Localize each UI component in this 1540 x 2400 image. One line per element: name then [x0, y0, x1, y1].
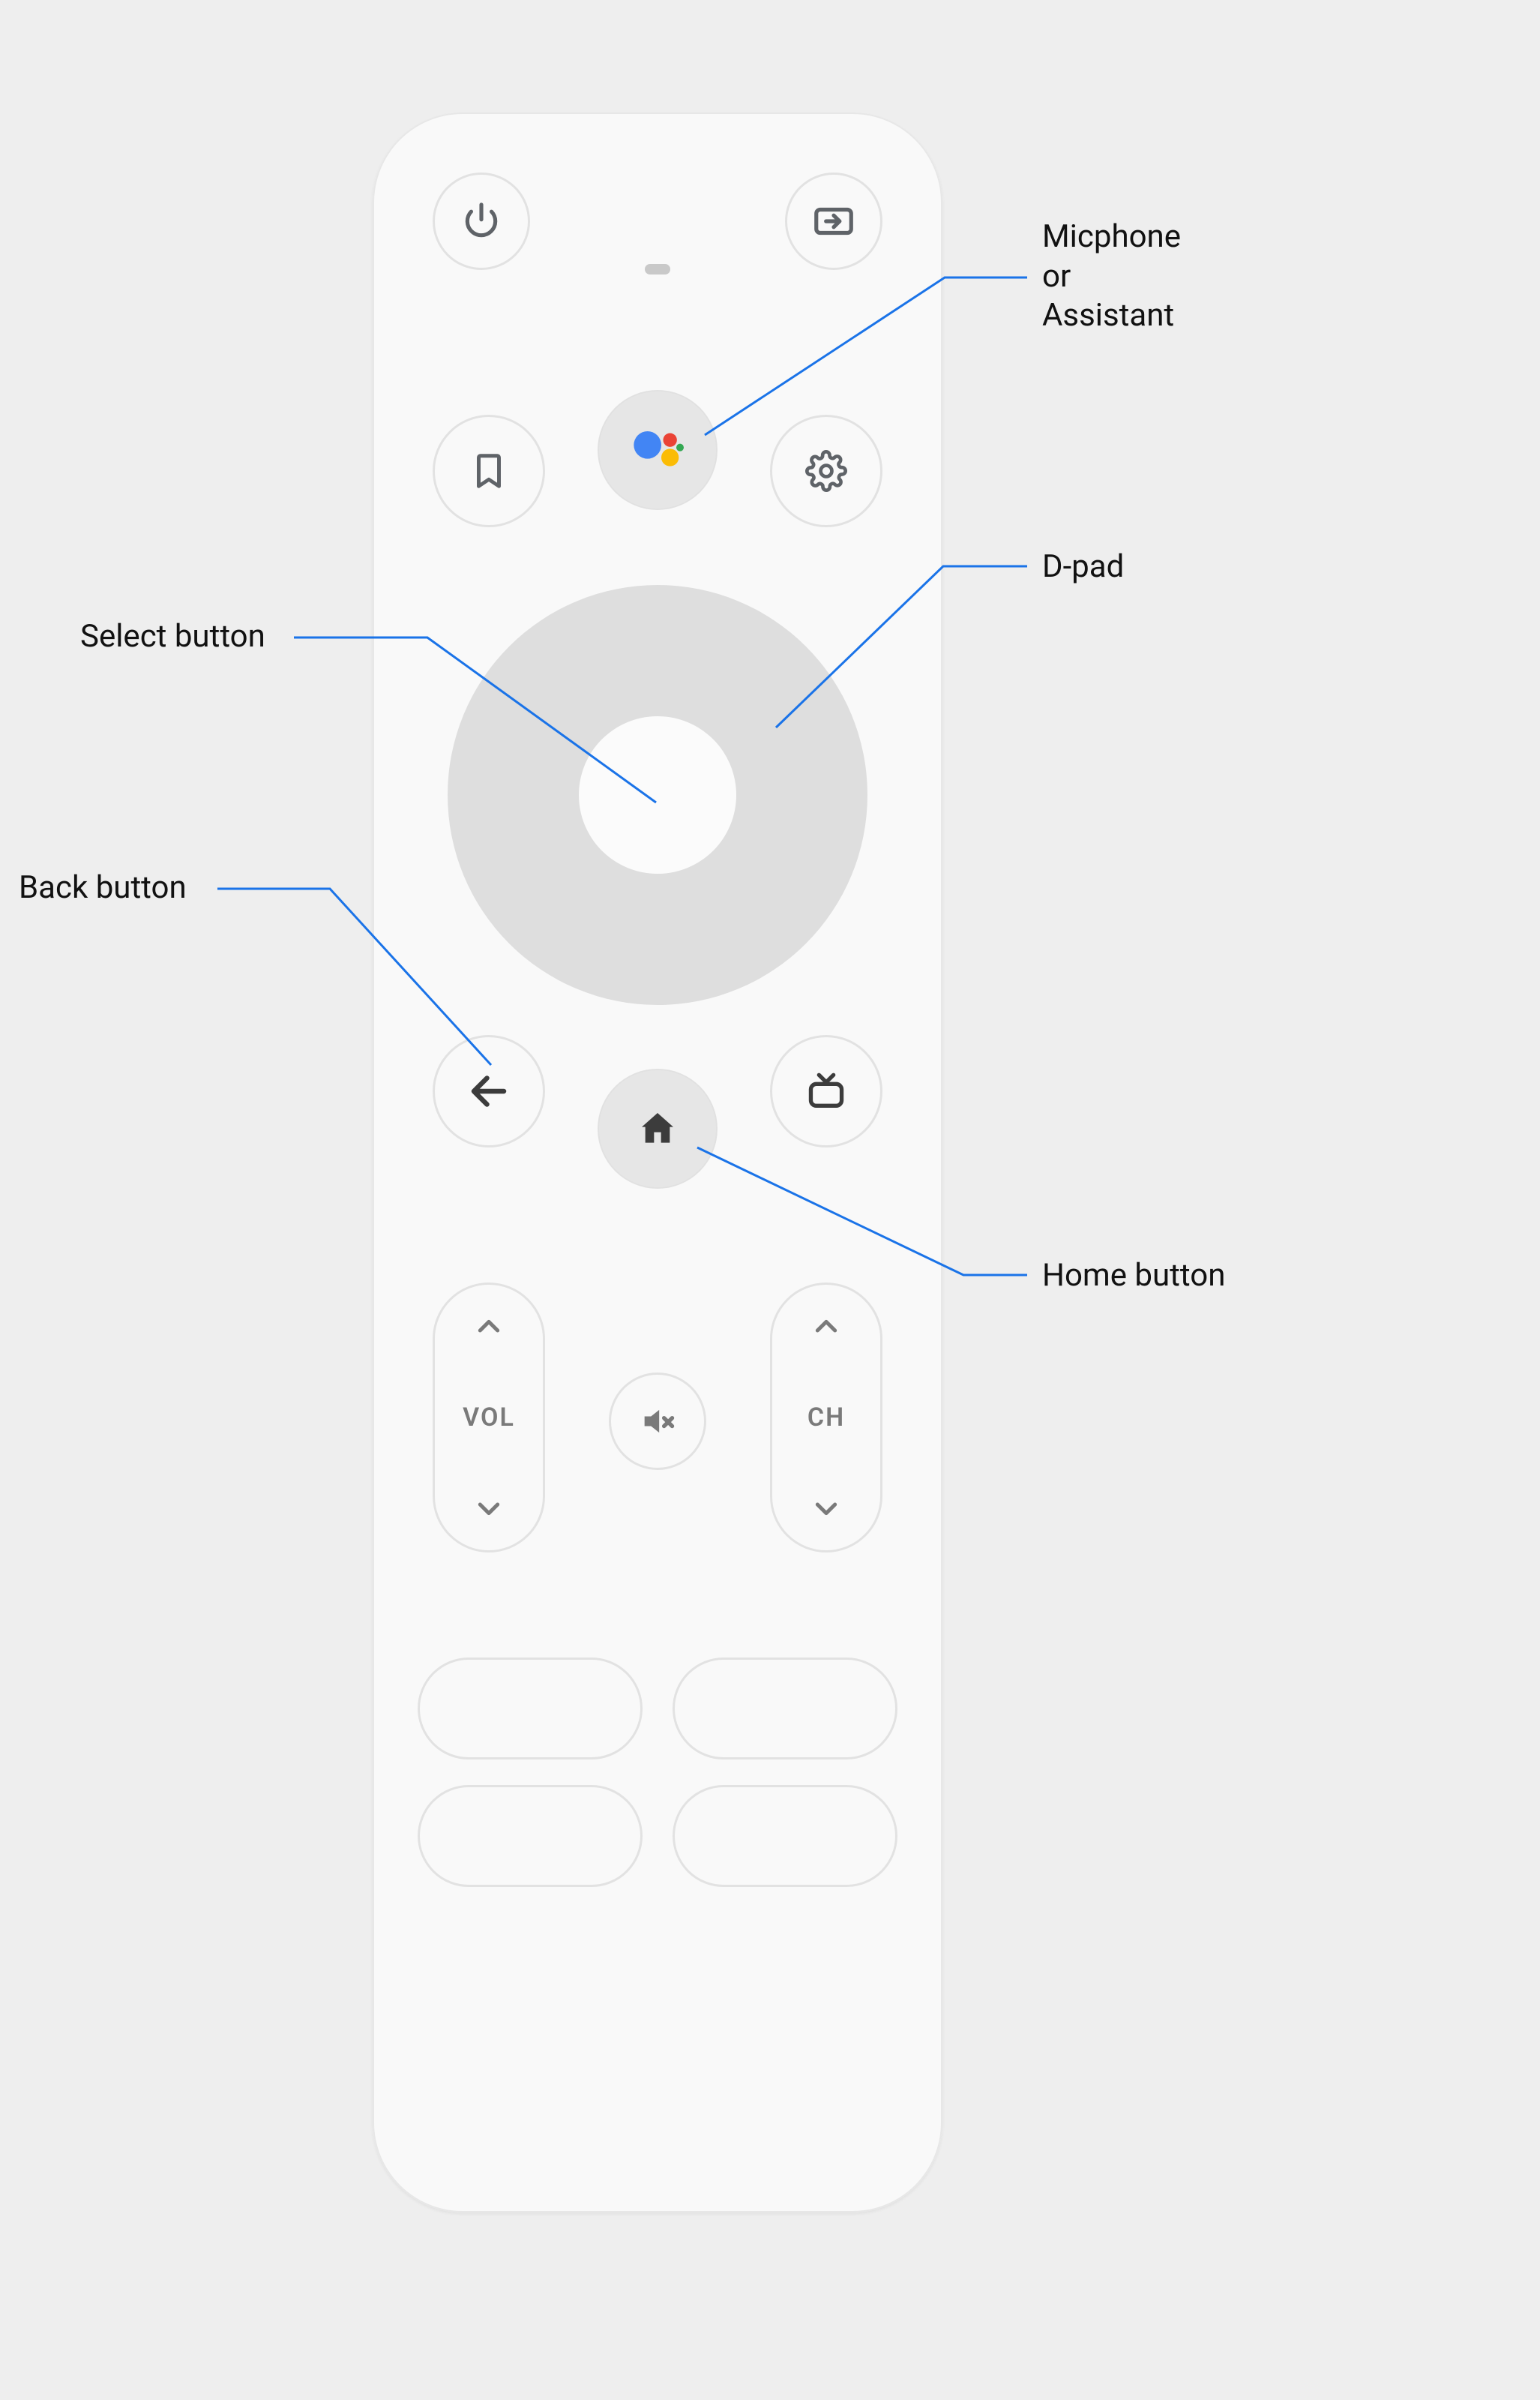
chevron-down-icon	[811, 1493, 841, 1523]
status-led	[645, 264, 670, 274]
input-button[interactable]	[785, 172, 882, 270]
dpad-ring[interactable]	[448, 585, 867, 1005]
select-button[interactable]	[579, 716, 736, 874]
shortcut-button-3[interactable]	[418, 1785, 643, 1887]
remote-body: VOL CH	[373, 112, 942, 2212]
shortcut-button-1[interactable]	[418, 1658, 643, 1760]
annotation-select: Select button	[80, 617, 265, 657]
shortcut-button-4[interactable]	[673, 1785, 897, 1887]
input-icon	[810, 198, 857, 244]
volume-label: VOL	[463, 1402, 515, 1432]
annotation-back: Back button	[19, 868, 187, 908]
channel-rocker[interactable]: CH	[770, 1282, 882, 1552]
mute-button[interactable]	[609, 1372, 706, 1470]
back-button[interactable]	[433, 1035, 545, 1148]
chevron-up-icon	[811, 1312, 841, 1342]
settings-button[interactable]	[770, 415, 882, 527]
assistant-icon	[628, 420, 688, 480]
bookmark-icon	[469, 451, 509, 491]
bookmark-button[interactable]	[433, 415, 545, 527]
back-arrow-icon	[466, 1069, 511, 1114]
volume-rocker[interactable]: VOL	[433, 1282, 545, 1552]
annotation-home: Home button	[1042, 1256, 1225, 1296]
mute-icon	[638, 1402, 677, 1441]
gear-icon	[805, 450, 847, 492]
annotation-dpad: D-pad	[1042, 548, 1124, 587]
power-button[interactable]	[433, 172, 530, 270]
home-icon	[637, 1108, 679, 1150]
tv-icon	[804, 1070, 848, 1113]
chevron-up-icon	[474, 1312, 504, 1342]
power-icon	[460, 200, 502, 242]
channel-label: CH	[807, 1402, 845, 1432]
chevron-down-icon	[474, 1493, 504, 1523]
assistant-button[interactable]	[598, 390, 718, 510]
home-button[interactable]	[598, 1069, 718, 1189]
annotation-mic: Micphone or Assistant	[1042, 218, 1181, 336]
tv-button[interactable]	[770, 1035, 882, 1148]
shortcut-button-2[interactable]	[673, 1658, 897, 1760]
